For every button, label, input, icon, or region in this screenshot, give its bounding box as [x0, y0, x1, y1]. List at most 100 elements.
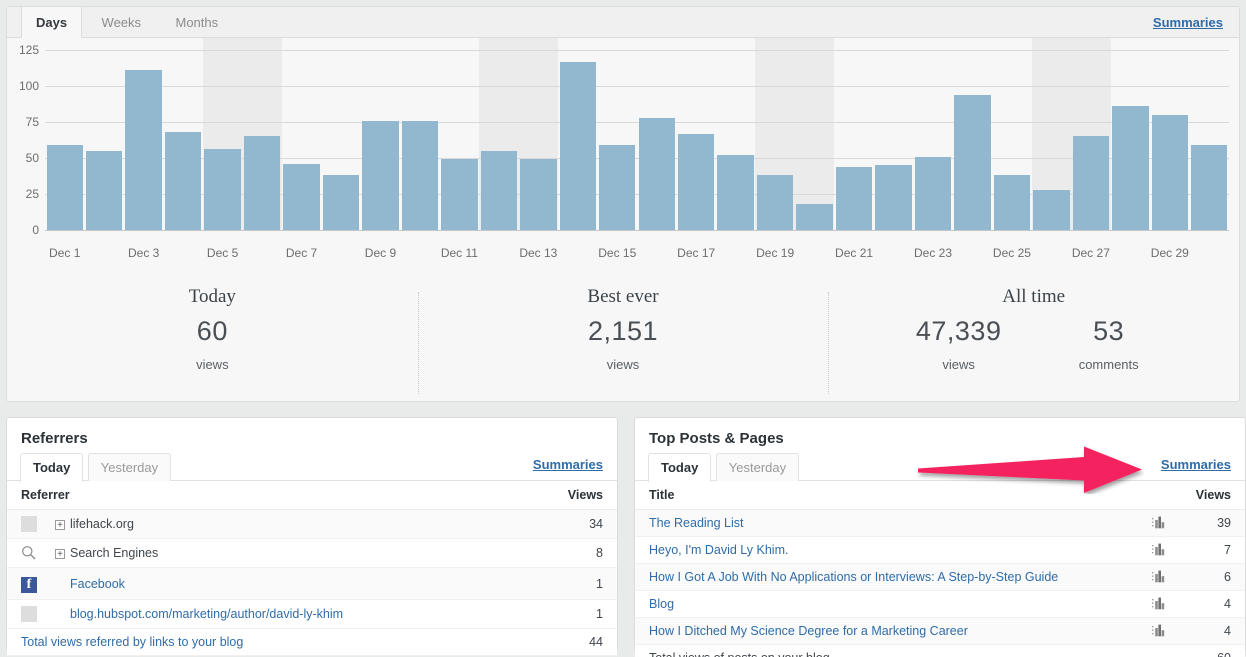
- chart-period-tabs: Days Weeks Months Summaries: [7, 7, 1239, 38]
- post-title-link[interactable]: Heyo, I'm David Ly Khim.: [649, 543, 788, 557]
- top-posts-tab-today[interactable]: Today: [648, 453, 712, 482]
- chart-bar[interactable]: [1151, 114, 1189, 230]
- chart-bar[interactable]: [677, 133, 715, 230]
- top-posts-title: Top Posts & Pages: [649, 430, 784, 447]
- table-row: + lifehack.org 34: [7, 509, 617, 539]
- chart-bar[interactable]: [441, 159, 478, 230]
- chart-bar[interactable]: [638, 117, 675, 230]
- chart-bar[interactable]: [796, 204, 833, 230]
- chart-bar[interactable]: [954, 94, 991, 230]
- chart-bar[interactable]: [243, 136, 281, 230]
- chart-bar[interactable]: [401, 120, 439, 230]
- gridline: [45, 230, 1229, 231]
- chart-bar[interactable]: [283, 163, 320, 230]
- chart-bar[interactable]: [1072, 136, 1110, 230]
- plot-inner: 0 25 50 75 100 125 Dec 1 Dec 3 Dec 5 Dec 7 Dec 9 De…: [19, 38, 1229, 260]
- x-axis-tick-label: Dec 11: [440, 246, 478, 260]
- chart-bar[interactable]: [125, 70, 162, 230]
- chart-bar[interactable]: [756, 175, 794, 230]
- chart-bar[interactable]: [85, 150, 123, 230]
- chart-bar[interactable]: [1033, 189, 1070, 230]
- post-chart-cell: [1138, 536, 1181, 564]
- chart-summaries-link[interactable]: Summaries: [1153, 7, 1223, 38]
- x-axis-tick-label: Dec 15: [598, 246, 637, 260]
- referrers-summaries-link[interactable]: Summaries: [533, 457, 603, 472]
- referrer-label[interactable]: blog.hubspot.com/marketing/author/david-…: [70, 607, 343, 621]
- referrers-total-label[interactable]: Total views referred by links to your bl…: [7, 628, 553, 656]
- referrer-name-cell: + Search Engines: [41, 538, 553, 568]
- chart-bar[interactable]: [835, 166, 873, 230]
- chart-bar[interactable]: [164, 132, 202, 230]
- bar-chart-icon[interactable]: [1152, 597, 1167, 610]
- x-axis-tick-label: Dec 9: [364, 246, 397, 260]
- col-header-views: Views: [1181, 481, 1245, 510]
- post-title-cell: Heyo, I'm David Ly Khim.: [635, 536, 1138, 564]
- post-title-cell: How I Ditched My Science Degree for a Ma…: [635, 617, 1138, 645]
- chart-bar[interactable]: [1191, 145, 1228, 230]
- post-title-link[interactable]: How I Ditched My Science Degree for a Ma…: [649, 624, 968, 638]
- referrers-tabs: Today Yesterday Summaries: [7, 453, 617, 482]
- expand-icon[interactable]: +: [55, 549, 65, 560]
- referrers-tab-today[interactable]: Today: [20, 453, 84, 482]
- bar-chart-icon[interactable]: [1152, 624, 1167, 637]
- post-title-link[interactable]: Blog: [649, 597, 674, 611]
- top-posts-summaries-link[interactable]: Summaries: [1161, 457, 1231, 472]
- post-title-link[interactable]: The Reading List: [649, 516, 744, 530]
- chart-bar[interactable]: [1112, 106, 1149, 230]
- referrer-label: lifehack.org: [70, 517, 134, 531]
- chart-bar[interactable]: [520, 159, 557, 230]
- bar-chart-icon[interactable]: [1152, 543, 1167, 556]
- table-row: Heyo, I'm David Ly Khim. 7: [635, 536, 1245, 564]
- gridline: [45, 122, 1229, 123]
- col-header-title: Title: [635, 481, 1138, 510]
- referrer-name-cell: Facebook: [41, 567, 553, 600]
- chart-bar[interactable]: [993, 175, 1031, 230]
- bar-chart-icon[interactable]: [1152, 570, 1167, 583]
- tab-days[interactable]: Days: [21, 7, 83, 38]
- referrer-label: Search Engines: [70, 546, 159, 560]
- chart-bar[interactable]: [717, 155, 754, 230]
- chart-bar[interactable]: [875, 165, 912, 230]
- gridline: [45, 50, 1229, 51]
- y-axis-tick-label: 0: [32, 223, 39, 237]
- stat-unit: views: [606, 357, 640, 372]
- top-posts-total-label: Total views of posts on your blog: [635, 644, 1181, 657]
- search-icon: [22, 546, 36, 560]
- stat-value: 47,339: [915, 316, 1002, 346]
- referrer-name-cell: + lifehack.org: [41, 509, 553, 539]
- chart-bar[interactable]: [362, 120, 399, 230]
- y-axis-tick-label: 75: [25, 115, 39, 129]
- tab-months[interactable]: Months: [160, 7, 233, 38]
- bar-chart-icon[interactable]: [1152, 516, 1167, 529]
- top-posts-total-row: Total views of posts on your blog 60: [635, 644, 1245, 657]
- referrers-tab-yesterday[interactable]: Yesterday: [87, 453, 172, 481]
- table-row: blog.hubspot.com/marketing/author/david-…: [7, 599, 617, 629]
- tab-weeks[interactable]: Weeks: [87, 7, 157, 38]
- stat-title-all-time: All time: [1002, 286, 1066, 307]
- table-header-row: Referrer Views: [7, 481, 617, 510]
- stat-group-best-ever: Best ever 2,151 views: [417, 286, 829, 402]
- post-chart-cell: [1138, 563, 1181, 591]
- y-axis-tick-label: 100: [18, 79, 39, 93]
- chart-bar[interactable]: [599, 145, 636, 230]
- expand-icon[interactable]: +: [55, 520, 65, 531]
- facebook-icon: f: [21, 577, 37, 593]
- chart-bar[interactable]: [559, 61, 597, 230]
- post-title-link[interactable]: How I Got A Job With No Applications or …: [649, 570, 1058, 584]
- x-axis-tick-label: Dec 3: [127, 246, 160, 260]
- chart-bar[interactable]: [322, 175, 360, 230]
- chart-bar[interactable]: [914, 156, 952, 230]
- gridline: [45, 86, 1229, 87]
- chart-bar[interactable]: [204, 149, 241, 230]
- top-posts-panel: Top Posts & Pages Today Yesterday Summar…: [634, 417, 1246, 657]
- referrer-icon-cell: [7, 509, 41, 539]
- referrer-label[interactable]: Facebook: [70, 577, 125, 591]
- chart-bar[interactable]: [46, 145, 83, 230]
- top-posts-tab-yesterday[interactable]: Yesterday: [715, 453, 800, 481]
- summary-stats-strip: Today 60 views Best ever 2,151 views All…: [7, 286, 1239, 402]
- chart-bar[interactable]: [480, 150, 518, 230]
- x-axis-tick-label: Dec 27: [1071, 246, 1110, 260]
- x-axis-tick-label: Dec 29: [1150, 246, 1189, 260]
- table-row: How I Got A Job With No Applications or …: [635, 563, 1245, 591]
- top-posts-table: Title Views The Reading List 39 Heyo, I'm …: [635, 481, 1245, 657]
